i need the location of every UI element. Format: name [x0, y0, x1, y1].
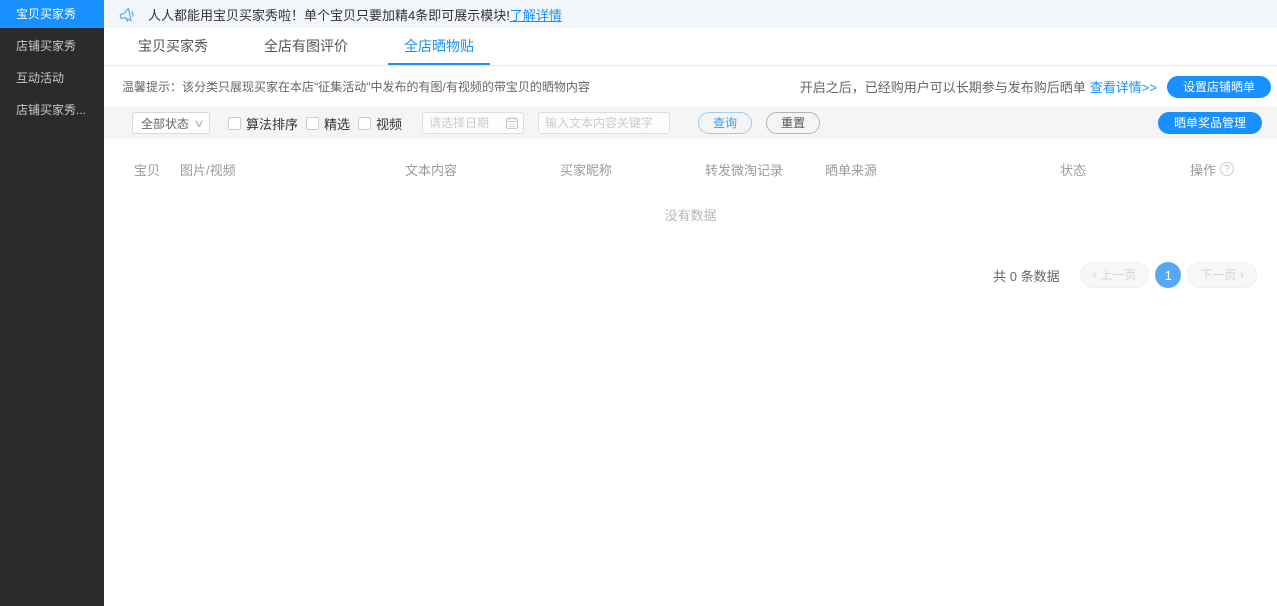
query-button[interactable]: 查询: [698, 112, 752, 134]
tab-bar: 宝贝买家秀 全店有图评价 全店晒物贴: [104, 28, 1277, 66]
page-number-1[interactable]: 1: [1155, 262, 1181, 288]
sidebar-item-shop-buyer-show[interactable]: 店铺买家秀: [0, 32, 104, 60]
keyword-input[interactable]: [538, 112, 670, 134]
algorithm-sort-checkbox[interactable]: [228, 117, 241, 130]
tip-right-text: 开启之后，已经购用户可以长期参与发布购后晒单: [800, 77, 1086, 96]
operation-label: 操作: [1190, 160, 1216, 179]
sidebar-item-shop-buyer-show-more[interactable]: 店铺买家秀...: [0, 96, 104, 124]
column-header-operation: 操作 ?: [1190, 160, 1277, 179]
status-select-value: 全部状态: [141, 115, 189, 132]
featured-label: 精选: [324, 114, 350, 133]
sidebar: 宝贝买家秀 店铺买家秀 互动活动 店铺买家秀...: [0, 0, 104, 606]
setup-shop-show-button[interactable]: 设置店铺晒单: [1167, 76, 1271, 98]
app-window: 宝贝买家秀 店铺买家秀 互动活动 店铺买家秀... 人人都能用宝贝买家秀啦！单个…: [0, 0, 1277, 606]
chevron-right-icon: ›: [1240, 267, 1244, 282]
checkbox-video[interactable]: 视频: [358, 114, 402, 133]
algorithm-sort-label: 算法排序: [246, 114, 298, 133]
megaphone-icon: [118, 6, 138, 23]
chevron-left-icon: ‹: [1093, 267, 1097, 282]
notice-detail-link[interactable]: 了解详情: [510, 5, 562, 24]
column-header-item: 宝贝: [134, 160, 180, 179]
tab-shop-show-posts[interactable]: 全店晒物贴: [388, 28, 490, 65]
prize-manage-button[interactable]: 晒单奖品管理: [1158, 112, 1262, 134]
column-header-status: 状态: [1060, 160, 1190, 179]
next-page-label: 下一页: [1200, 268, 1236, 282]
column-header-buyer-nickname: 买家昵称: [560, 160, 705, 179]
notice-bar: 人人都能用宝贝买家秀啦！单个宝贝只要加精4条即可展示模块!了解详情: [104, 0, 1277, 28]
sidebar-item-interactive-activity[interactable]: 互动活动: [0, 64, 104, 92]
date-picker: [422, 112, 524, 134]
pagination-total: 共 0 条数据: [993, 266, 1059, 285]
prev-page-label: 上一页: [1100, 268, 1136, 282]
filter-bar: 全部状态 ∨ 算法排序 精选 视频: [104, 107, 1277, 139]
column-header-text-content: 文本内容: [405, 160, 560, 179]
video-checkbox[interactable]: [358, 117, 371, 130]
notice-text: 人人都能用宝贝买家秀啦！单个宝贝只要加精4条即可展示模块!: [148, 5, 510, 24]
calendar-icon[interactable]: [505, 116, 519, 135]
chevron-down-icon: ∨: [193, 117, 204, 130]
tab-shop-photo-reviews[interactable]: 全店有图评价: [248, 28, 364, 65]
pagination: 共 0 条数据 ‹ 上一页 1 下一页 ›: [104, 262, 1277, 288]
column-header-show-source: 晒单来源: [825, 160, 1060, 179]
tab-item-buyer-show[interactable]: 宝贝买家秀: [122, 28, 224, 65]
column-header-media: 图片/视频: [180, 160, 405, 179]
status-select[interactable]: 全部状态 ∨: [132, 112, 210, 134]
checkbox-featured[interactable]: 精选: [306, 114, 350, 133]
column-header-weitao-record: 转发微淘记录: [705, 160, 825, 179]
empty-state-text: 没有数据: [104, 205, 1277, 224]
sidebar-item-item-buyer-show[interactable]: 宝贝买家秀: [0, 0, 104, 28]
question-circle-icon[interactable]: ?: [1220, 162, 1234, 176]
tip-right-group: 开启之后，已经购用户可以长期参与发布购后晒单 查看详情>> 设置店铺晒单: [800, 76, 1271, 98]
reset-button[interactable]: 重置: [766, 112, 820, 134]
next-page-button[interactable]: 下一页 ›: [1187, 262, 1257, 288]
checkbox-algorithm-sort[interactable]: 算法排序: [228, 114, 298, 133]
tip-row: 温馨提示：该分类只展现买家在本店"征集活动"中发布的有图/有视频的带宝贝的晒物内…: [104, 66, 1277, 107]
featured-checkbox[interactable]: [306, 117, 319, 130]
table-header: 宝贝 图片/视频 文本内容 买家昵称 转发微淘记录 晒单来源 状态 操作 ?: [104, 153, 1277, 185]
main-content: 人人都能用宝贝买家秀啦！单个宝贝只要加精4条即可展示模块!了解详情 宝贝买家秀 …: [104, 0, 1277, 606]
view-detail-link[interactable]: 查看详情>>: [1090, 77, 1157, 96]
video-label: 视频: [376, 114, 402, 133]
tip-text: 温馨提示：该分类只展现买家在本店"征集活动"中发布的有图/有视频的带宝贝的晒物内…: [122, 78, 590, 95]
prev-page-button[interactable]: ‹ 上一页: [1080, 262, 1150, 288]
